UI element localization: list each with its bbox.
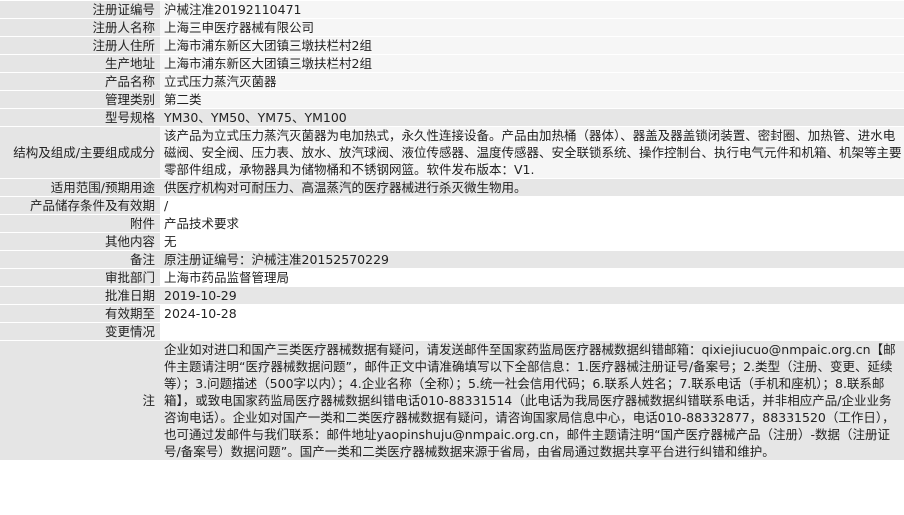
row-registrant-name: 注册人名称 上海三申医疗器械有限公司 (0, 19, 904, 36)
field-label: 审批部门 (0, 269, 160, 286)
field-value: 上海市浦东新区大团镇三墩扶栏村2组 (160, 55, 904, 72)
field-label: 产品名称 (0, 73, 160, 90)
field-value: 2019-10-29 (160, 287, 904, 304)
field-label: 批准日期 (0, 287, 160, 304)
row-remarks: 备注 原注册证编号：沪械注准20152570229 (0, 251, 904, 268)
field-label: 备注 (0, 251, 160, 268)
field-value: 上海市药品监督管理局 (160, 269, 904, 286)
field-label: 注册人住所 (0, 37, 160, 54)
field-value: 供医疗机构对可耐压力、高温蒸汽的医疗器械进行杀灭微生物用。 (160, 179, 904, 196)
row-other-content: 其他内容 无 (0, 233, 904, 250)
field-label: 适用范围/预期用途 (0, 179, 160, 196)
row-storage-conditions: 产品储存条件及有效期 / (0, 197, 904, 214)
field-label: 注册证编号 (0, 1, 160, 18)
field-label: 注册人名称 (0, 19, 160, 36)
field-value: 立式压力蒸汽灭菌器 (160, 73, 904, 90)
field-value: 产品技术要求 (160, 215, 904, 232)
note-text: 企业如对进口和国产三类医疗器械数据有疑问，请发送邮件至国家药监局医疗器械数据纠错… (160, 341, 904, 460)
field-value: 原注册证编号：沪械注准20152570229 (160, 251, 904, 268)
row-approval-department: 审批部门 上海市药品监督管理局 (0, 269, 904, 286)
field-label: 结构及组成/主要组成成分 (0, 127, 160, 178)
field-value: YM30、YM50、YM75、YM100 (160, 109, 904, 126)
field-label: 附件 (0, 215, 160, 232)
field-label: 其他内容 (0, 233, 160, 250)
field-value: 该产品为立式压力蒸汽灭菌器为电加热式，永久性连接设备。产品由加热桶（器体）、器盖… (160, 127, 904, 178)
field-label: 管理类别 (0, 91, 160, 108)
field-value: 第二类 (160, 91, 904, 108)
field-label: 型号规格 (0, 109, 160, 126)
row-registrant-address: 注册人住所 上海市浦东新区大团镇三墩扶栏村2组 (0, 37, 904, 54)
registration-table: 注册证编号 沪械注准20192110471 注册人名称 上海三申医疗器械有限公司… (0, 0, 904, 461)
row-attachments: 附件 产品技术要求 (0, 215, 904, 232)
field-value (160, 323, 904, 340)
row-approval-date: 批准日期 2019-10-29 (0, 287, 904, 304)
field-label: 生产地址 (0, 55, 160, 72)
row-intended-use: 适用范围/预期用途 供医疗机构对可耐压力、高温蒸汽的医疗器械进行杀灭微生物用。 (0, 179, 904, 196)
field-value: 无 (160, 233, 904, 250)
field-value: 2024-10-28 (160, 305, 904, 322)
row-valid-until: 有效期至 2024-10-28 (0, 305, 904, 322)
row-note: 注 企业如对进口和国产三类医疗器械数据有疑问，请发送邮件至国家药监局医疗器械数据… (0, 341, 904, 460)
field-value: 上海三申医疗器械有限公司 (160, 19, 904, 36)
field-value: 沪械注准20192110471 (160, 1, 904, 18)
registration-rows: 注册证编号 沪械注准20192110471 注册人名称 上海三申医疗器械有限公司… (0, 1, 904, 460)
field-value: 上海市浦东新区大团镇三墩扶栏村2组 (160, 37, 904, 54)
row-registration-number: 注册证编号 沪械注准20192110471 (0, 1, 904, 18)
row-management-category: 管理类别 第二类 (0, 91, 904, 108)
note-label: 注 (0, 341, 160, 460)
field-label: 有效期至 (0, 305, 160, 322)
field-label: 产品储存条件及有效期 (0, 197, 160, 214)
row-model-spec: 型号规格 YM30、YM50、YM75、YM100 (0, 109, 904, 126)
row-change-status: 变更情况 (0, 323, 904, 340)
row-structure-composition: 结构及组成/主要组成成分 该产品为立式压力蒸汽灭菌器为电加热式，永久性连接设备。… (0, 127, 904, 178)
field-label: 变更情况 (0, 323, 160, 340)
row-product-name: 产品名称 立式压力蒸汽灭菌器 (0, 73, 904, 90)
field-value: / (160, 197, 904, 214)
row-production-address: 生产地址 上海市浦东新区大团镇三墩扶栏村2组 (0, 55, 904, 72)
